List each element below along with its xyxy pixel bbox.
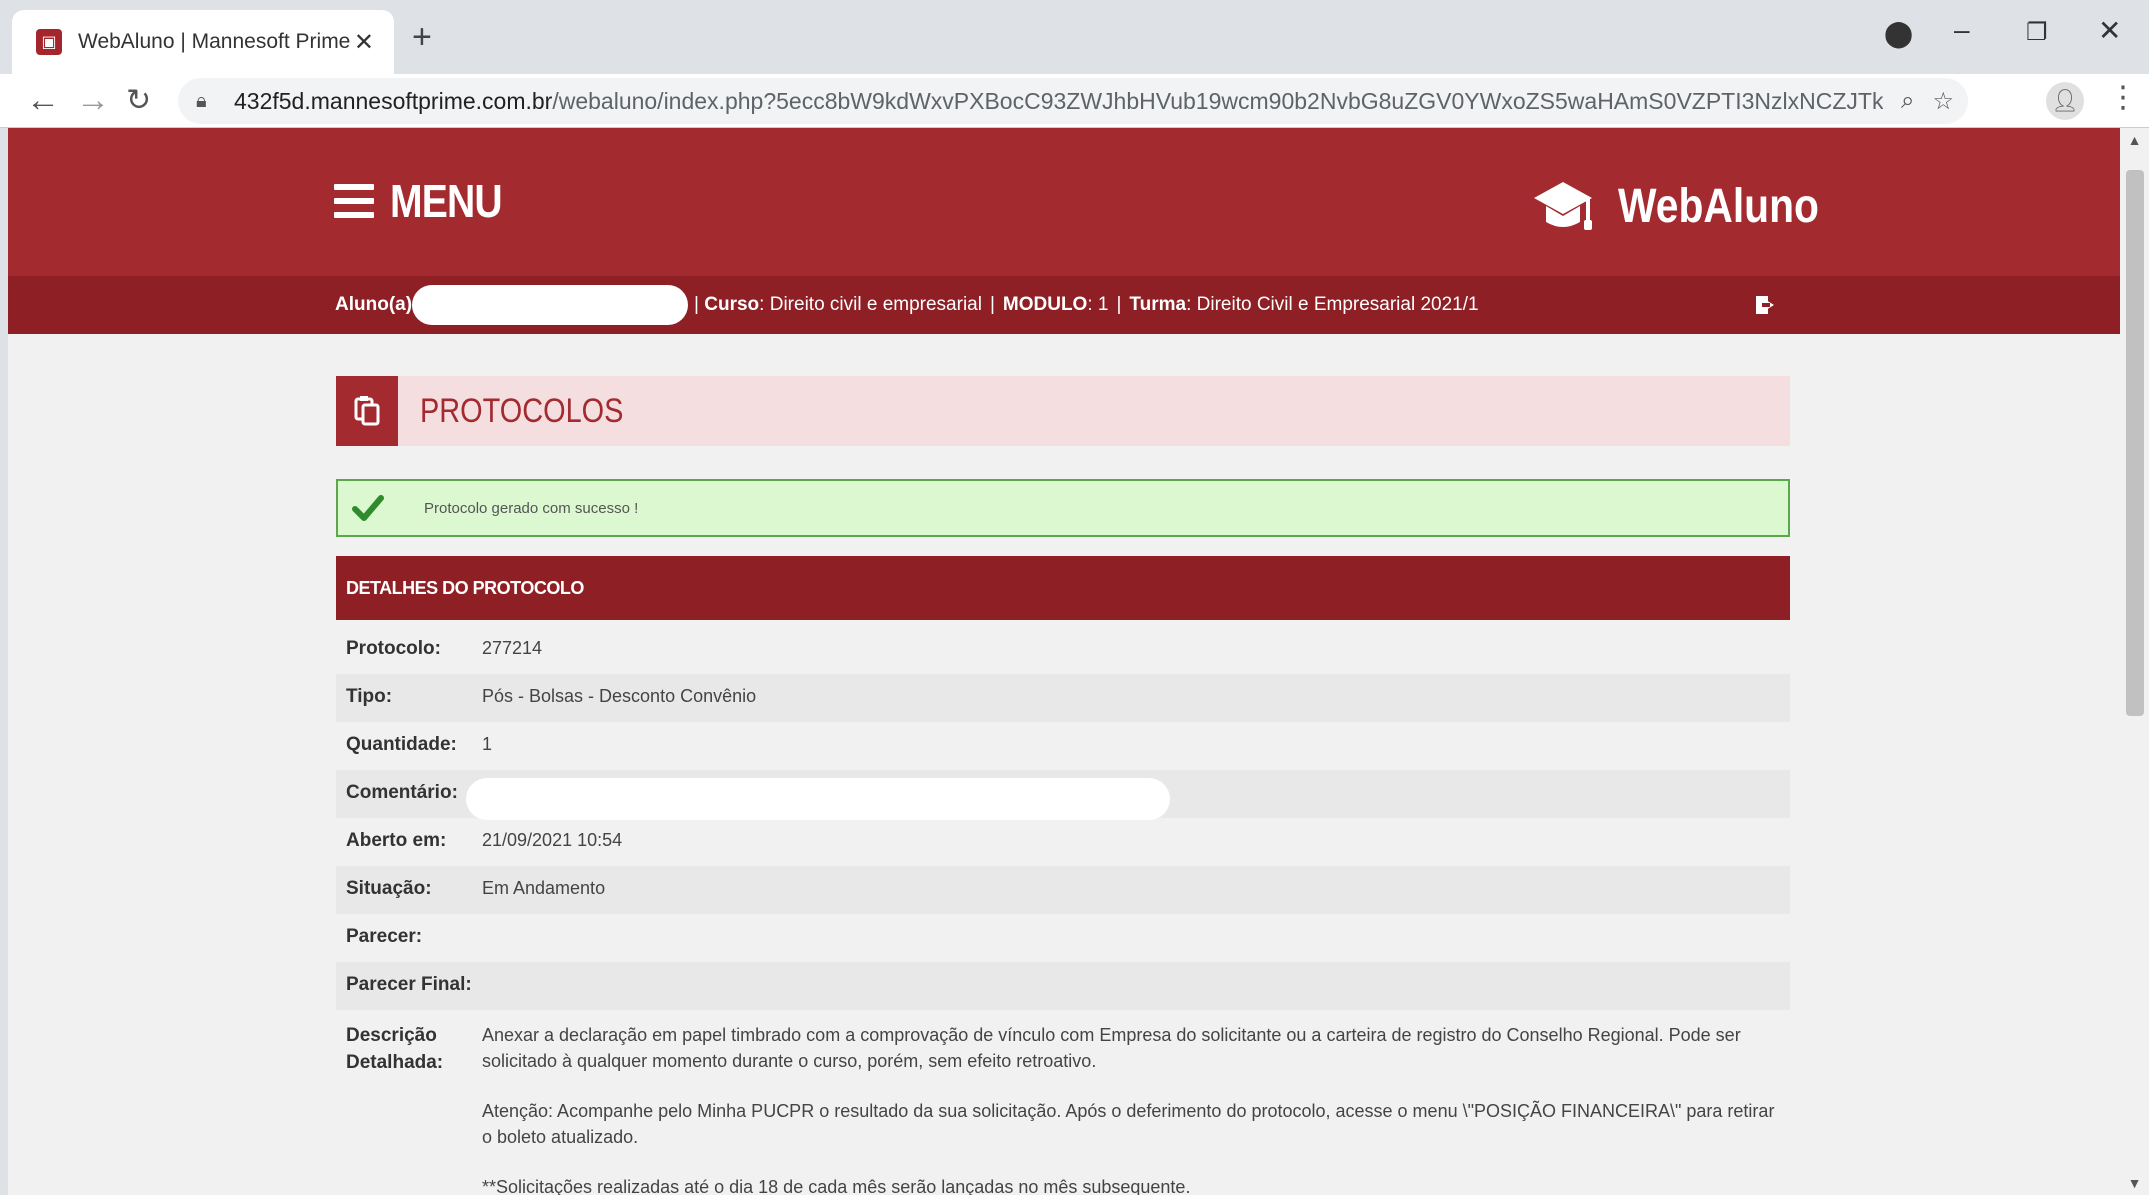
url-text[interactable]: 432f5d.mannesoftprime.com.br/webaluno/in… bbox=[234, 88, 1883, 115]
curso-value: : Direito civil e empresarial bbox=[759, 294, 982, 315]
webaluno-favicon-icon: ▣ bbox=[36, 29, 62, 55]
menu-label: MENU bbox=[390, 175, 503, 227]
site-header: MENU WebAluno bbox=[8, 128, 2120, 276]
modulo-value: : 1 bbox=[1087, 294, 1109, 315]
tipo-label: Tipo: bbox=[346, 686, 393, 707]
alert-message: Protocolo gerado com sucesso ! bbox=[424, 499, 639, 517]
parecer-label: Parecer: bbox=[346, 926, 423, 947]
success-alert: Protocolo gerado com sucesso ! bbox=[336, 479, 1790, 537]
details-header-title: DETALHES DO PROTOCOLO bbox=[346, 577, 584, 598]
browser-tab-bar: ▣ WebAluno | Mannesoft Prime ✕ + ⬤ – ❐ ✕ bbox=[0, 0, 2149, 74]
scroll-up-arrow-icon[interactable]: ▲ bbox=[2120, 132, 2149, 148]
protocolo-value: 277214 bbox=[482, 638, 543, 658]
descricao-paragraph-3: **Solicitações realizadas até o dia 18 d… bbox=[482, 1177, 1191, 1195]
page-title: PROTOCOLOS bbox=[420, 391, 624, 430]
detail-row-situacao: Situação: Em Andamento bbox=[336, 866, 1790, 914]
page-heading: PROTOCOLOS bbox=[336, 376, 1790, 446]
student-info-bar: Aluno(a) | Curso: Direito civil e empres… bbox=[8, 276, 2120, 334]
scroll-down-arrow-icon[interactable]: ▼ bbox=[2120, 1175, 2149, 1191]
student-name-redacted bbox=[412, 285, 689, 325]
back-arrow-icon[interactable]: ← bbox=[26, 81, 60, 120]
aluno-label: Aluno(a) bbox=[335, 294, 413, 315]
aberto-label: Aberto em: bbox=[346, 830, 447, 851]
comment-redacted bbox=[466, 778, 1170, 820]
close-window-icon[interactable]: ✕ bbox=[2098, 14, 2121, 47]
address-bar[interactable]: 🔒︎ 432f5d.mannesoftprime.com.br/webaluno… bbox=[178, 78, 1968, 124]
browser-toolbar: ← → ↻ 🔒︎ 432f5d.mannesoftprime.com.br/we… bbox=[0, 74, 2149, 128]
page-scrollbar[interactable]: ▲ ▼ bbox=[2120, 128, 2149, 1195]
turma-label: Turma bbox=[1129, 294, 1187, 315]
menu-button[interactable]: MENU bbox=[334, 174, 521, 228]
curso-label: Curso bbox=[704, 294, 760, 315]
situacao-value: Em Andamento bbox=[482, 878, 606, 898]
logout-icon[interactable] bbox=[1754, 294, 1776, 316]
scroll-thumb[interactable] bbox=[2126, 170, 2144, 716]
detail-row-parecer-final: Parecer Final: bbox=[336, 962, 1790, 1010]
graduation-cap-icon bbox=[1534, 182, 1592, 230]
protocolo-label: Protocolo: bbox=[346, 638, 441, 659]
lock-icon[interactable]: 🔒︎ bbox=[196, 90, 220, 113]
hamburger-icon bbox=[334, 184, 374, 218]
checkmark-icon bbox=[352, 495, 384, 521]
descricao-label: Descrição Detalhada: bbox=[346, 1025, 444, 1073]
tab-close-icon[interactable]: ✕ bbox=[354, 28, 374, 57]
details-section-header: DETALHES DO PROTOCOLO bbox=[336, 556, 1790, 620]
aberto-value: 21/09/2021 10:54 bbox=[482, 830, 623, 850]
brand-name: WebAluno bbox=[1618, 179, 1819, 233]
turma-value: : Direito Civil e Empresarial 2021/1 bbox=[1186, 294, 1479, 315]
detail-row-quantidade: Quantidade: 1 bbox=[336, 722, 1790, 770]
detail-row-parecer: Parecer: bbox=[336, 914, 1790, 962]
comentario-label: Comentário: bbox=[346, 782, 458, 803]
quantidade-value: 1 bbox=[482, 734, 493, 754]
heading-icon-box bbox=[336, 376, 398, 446]
zoom-icon[interactable]: ⌕ bbox=[1901, 87, 1914, 115]
clipboard-copy-icon bbox=[354, 396, 380, 426]
profile-avatar-icon[interactable]: 👤︎ bbox=[2046, 82, 2084, 120]
tipo-value: Pós - Bolsas - Desconto Convênio bbox=[482, 686, 757, 706]
descricao-paragraph-1: Anexar a declaração em papel timbrado co… bbox=[482, 1025, 1741, 1071]
detail-row-descricao: Descrição Detalhada: Anexar a declaração … bbox=[336, 1010, 1790, 1195]
detail-row-comentario: Comentário: bbox=[336, 770, 1790, 820]
forward-arrow-icon[interactable]: → bbox=[76, 81, 110, 120]
protocol-details: Protocolo: 277214 Tipo: Pós - Bolsas - D… bbox=[336, 626, 1790, 1195]
tab-title: WebAluno | Mannesoft Prime bbox=[78, 30, 351, 53]
page-viewport: MENU WebAluno Aluno(a) | Curso: Direito … bbox=[8, 128, 2120, 1195]
descricao-paragraph-2: Atenção: Acompanhe pelo Minha PUCPR o re… bbox=[482, 1101, 1775, 1147]
minimize-window-icon[interactable]: – bbox=[1954, 14, 1970, 46]
new-tab-plus-icon[interactable]: + bbox=[412, 18, 432, 57]
detail-row-protocolo: Protocolo: 277214 bbox=[336, 626, 1790, 674]
modulo-label: MODULO bbox=[1002, 294, 1088, 315]
situacao-label: Situação: bbox=[346, 878, 432, 899]
brand-logo[interactable]: WebAluno bbox=[1532, 178, 1854, 234]
media-control-icon[interactable]: ⬤ bbox=[1884, 18, 1913, 49]
browser-tab[interactable]: ▣ WebAluno | Mannesoft Prime ✕ bbox=[12, 10, 394, 74]
detail-row-tipo: Tipo: Pós - Bolsas - Desconto Convênio bbox=[336, 674, 1790, 722]
quantidade-label: Quantidade: bbox=[346, 734, 457, 755]
browser-menu-kebab-icon[interactable]: ⋮ bbox=[2108, 80, 2138, 115]
bookmark-star-icon[interactable]: ☆ bbox=[1932, 87, 1954, 116]
reload-icon[interactable]: ↻ bbox=[126, 83, 151, 118]
detail-row-aberto: Aberto em: 21/09/2021 10:54 bbox=[336, 818, 1790, 866]
restore-window-icon[interactable]: ❐ bbox=[2026, 18, 2048, 47]
parecer-final-label: Parecer Final: bbox=[346, 974, 472, 995]
